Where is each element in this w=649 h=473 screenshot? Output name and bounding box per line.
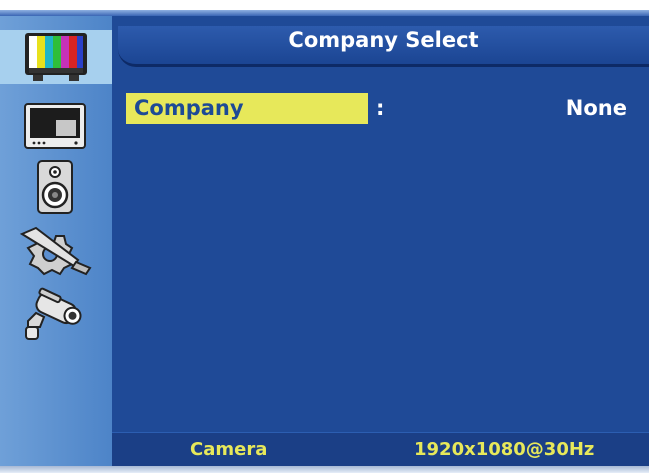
company-setting-value[interactable]: None [566, 93, 627, 124]
speaker-icon [37, 160, 73, 214]
company-setting-label[interactable]: Company [126, 93, 368, 124]
sidebar [0, 16, 112, 466]
tools-icon [19, 226, 92, 276]
page-title: Company Select [288, 28, 479, 52]
osd-window: Company Select Company : None Camera 192… [0, 10, 649, 466]
sidebar-item-audio[interactable] [12, 160, 98, 214]
sidebar-item-display[interactable] [12, 100, 98, 154]
resolution-label: 1920x1080@30Hz [414, 439, 595, 460]
company-setting-separator: : [376, 96, 385, 120]
camera-icon [25, 287, 82, 340]
sidebar-item-camera[interactable] [12, 287, 98, 342]
sidebar-item-setup[interactable] [12, 224, 98, 278]
input-source-label: Camera [190, 439, 268, 460]
monitor-icon [24, 103, 86, 149]
color-bars-icon [25, 33, 87, 81]
bottom-bar [0, 466, 649, 473]
sidebar-item-picture[interactable] [0, 30, 112, 84]
